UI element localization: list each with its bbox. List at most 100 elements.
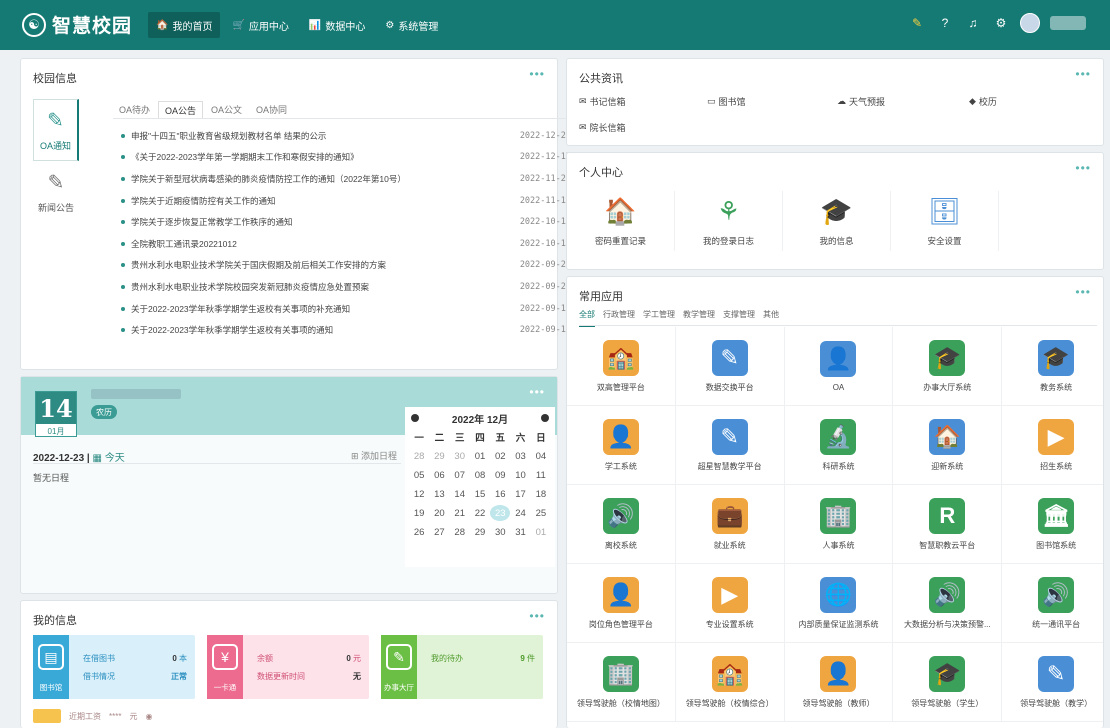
list-item[interactable]: 全院教职工通讯录20221012 2022-10-12 <box>121 233 571 255</box>
calendar-day[interactable]: 24 <box>510 505 530 521</box>
more-button[interactable]: ••• <box>1075 285 1091 299</box>
nav-data-center[interactable]: 📊 数据中心 <box>301 12 373 38</box>
app-tile[interactable]: ✎ 领导驾驶舱（教学） <box>1002 643 1103 722</box>
more-button[interactable]: ••• <box>529 609 545 623</box>
calendar-day[interactable]: 19 <box>409 505 429 521</box>
list-item[interactable]: 申报"十四五"职业教育省级规划教材名单 结果的公示 2022-12-27 <box>121 125 571 147</box>
nav-home[interactable]: 🏠 我的首页 <box>148 12 221 38</box>
public-item[interactable]: ✉ 院长信箱 <box>579 121 626 134</box>
app-tile[interactable]: 👤 领导驾驶舱（教师） <box>784 643 894 722</box>
more-button[interactable]: ••• <box>1075 161 1091 175</box>
calendar-day[interactable]: 17 <box>510 486 530 502</box>
calendar-day[interactable]: 01 <box>470 448 490 464</box>
list-item[interactable]: 学院关于近期疫情防控有关工作的通知 2022-11-10 <box>121 190 571 212</box>
more-button[interactable]: ••• <box>529 67 545 81</box>
calendar-day[interactable]: 16 <box>490 486 510 502</box>
app-tile[interactable]: ▶ 专业设置系统 <box>675 564 785 643</box>
app-tile[interactable]: 🌐 内部质量保证监测系统 <box>784 564 894 643</box>
calendar-day[interactable]: 29 <box>429 448 449 464</box>
calendar-day[interactable]: 13 <box>429 486 449 502</box>
app-tile[interactable]: 🏢 人事系统 <box>784 485 894 564</box>
calendar-day[interactable]: 12 <box>409 486 429 502</box>
tab-oa-notice[interactable]: OA公告 <box>158 101 204 119</box>
app-tile[interactable]: 🔊 统一通讯平台 <box>1002 564 1103 643</box>
next-month-icon[interactable] <box>541 414 549 422</box>
side-tab-oa[interactable]: ✎ OA通知 <box>33 99 79 161</box>
public-item[interactable]: ◆ 校历 <box>969 95 997 108</box>
app-tile[interactable]: 🔊 大数据分析与决策预警... <box>893 564 1003 643</box>
public-item[interactable]: ▭ 图书馆 <box>707 95 746 108</box>
bell-icon[interactable]: ♫ <box>964 14 982 32</box>
help-icon[interactable]: ? <box>936 14 954 32</box>
edit-note-icon[interactable]: ✎ <box>908 14 926 32</box>
calendar-day[interactable]: 25 <box>531 505 551 521</box>
app-tile[interactable]: 🎓 教务系统 <box>1002 327 1103 406</box>
app-tile[interactable]: 👤 OA <box>784 327 894 406</box>
logo[interactable]: ☯ 智慧校园 <box>22 11 132 38</box>
more-button[interactable]: ••• <box>529 385 545 399</box>
calendar-day[interactable]: 08 <box>470 467 490 483</box>
app-tile[interactable]: 🏠 迎新系统 <box>893 406 1003 485</box>
calendar-day[interactable]: 26 <box>409 524 429 540</box>
nav-app-center[interactable]: 🛒 应用中心 <box>224 12 296 38</box>
calendar-day[interactable]: 22 <box>470 505 490 521</box>
eye-icon[interactable]: ◉ <box>145 712 152 721</box>
calendar-day[interactable]: 28 <box>450 524 470 540</box>
list-item[interactable]: 学院关于逐步恢复正常教学工作秩序的通知 2022-10-15 <box>121 211 571 233</box>
calendar-day[interactable]: 11 <box>531 467 551 483</box>
app-tile[interactable]: 🔬 科研系统 <box>784 406 894 485</box>
list-item[interactable]: 关于2022-2023学年秋季学期学生返校有关事项的补充通知 2022-09-18 <box>121 298 571 320</box>
calendar-day[interactable]: 02 <box>490 448 510 464</box>
app-tile[interactable]: 🎓 领导驾驶舱（学生） <box>893 643 1003 722</box>
public-item[interactable]: ☁ 天气预报 <box>837 95 885 108</box>
calendar-day[interactable]: 30 <box>450 448 470 464</box>
app-tile[interactable]: 🏫 领导驾驶舱（校情综合） <box>675 643 785 722</box>
calendar-day[interactable]: 30 <box>490 524 510 540</box>
calendar-day[interactable]: 06 <box>429 467 449 483</box>
calendar-day[interactable]: 03 <box>510 448 530 464</box>
security-settings[interactable]: 🗄 安全设置 <box>891 191 999 251</box>
side-tab-news[interactable]: ✎ 新闻公告 <box>33 161 79 223</box>
login-log[interactable]: ⚘ 我的登录日志 <box>675 191 783 251</box>
my-info-link[interactable]: 🎓 我的信息 <box>783 191 891 251</box>
app-tile[interactable]: 👤 岗位角色管理平台 <box>567 564 676 643</box>
list-item[interactable]: 贵州水利水电职业技术学院关于国庆假期及前后相关工作安排的方案 2022-09-29 <box>121 255 571 277</box>
calendar-day[interactable]: 05 <box>409 467 429 483</box>
hall-box[interactable]: ✎ 办事大厅 我的待办 9 件 <box>381 635 543 699</box>
calendar-day[interactable]: 04 <box>531 448 551 464</box>
calendar-day[interactable]: 20 <box>429 505 449 521</box>
app-tile[interactable]: R 智慧职教云平台 <box>893 485 1003 564</box>
user-name-blurred[interactable] <box>1050 16 1086 30</box>
list-item[interactable]: 《关于2022-2023学年第一学期期末工作和寒假安排的通知》 2022-12-1… <box>121 147 571 169</box>
app-tile[interactable]: 🎓 办事大厅系统 <box>893 327 1003 406</box>
add-schedule-button[interactable]: ⊞ 添加日程 <box>351 449 397 462</box>
app-tile[interactable]: ✎ 超星智慧教学平台 <box>675 406 785 485</box>
nav-system[interactable]: ⚙ 系统管理 <box>377 12 446 38</box>
calendar-day[interactable]: 27 <box>429 524 449 540</box>
calendar-day[interactable]: 07 <box>450 467 470 483</box>
more-button[interactable]: ••• <box>1075 67 1091 81</box>
calendar-day[interactable]: 10 <box>510 467 530 483</box>
app-tile[interactable]: 💼 就业系统 <box>675 485 785 564</box>
public-item[interactable]: ✉ 书记信箱 <box>579 95 626 108</box>
calendar-day[interactable]: 29 <box>470 524 490 540</box>
app-tile[interactable]: 🏛 图书馆系统 <box>1002 485 1103 564</box>
calendar-day-selected[interactable]: 23 <box>490 505 511 521</box>
card-box[interactable]: ¥ 一卡通 余额 0 元 数据更新时间 无 <box>207 635 369 699</box>
app-tile[interactable]: ✎ 数据交换平台 <box>675 327 785 406</box>
settings-icon[interactable]: ⚙ <box>992 14 1010 32</box>
calendar-day[interactable]: 15 <box>470 486 490 502</box>
tab-oa-todo[interactable]: OA待办 <box>113 101 156 119</box>
list-item[interactable]: 贵州水利水电职业技术学院校园突发新冠肺炎疫情应急处置预案 2022-09-20 <box>121 276 571 298</box>
avatar[interactable] <box>1020 13 1040 33</box>
library-box[interactable]: ▤ 图书馆 在借图书 0 本 借书情况 正常 <box>33 635 195 699</box>
calendar-day[interactable]: 31 <box>510 524 530 540</box>
calendar-day[interactable]: 01 <box>531 524 551 540</box>
app-tile[interactable]: 🏫 双高管理平台 <box>567 327 676 406</box>
app-tile[interactable]: 👤 学工系统 <box>567 406 676 485</box>
calendar-day[interactable]: 14 <box>450 486 470 502</box>
prev-month-icon[interactable] <box>411 414 419 422</box>
calendar-day[interactable]: 28 <box>409 448 429 464</box>
list-item[interactable]: 学院关于新型冠状病毒感染的肺炎疫情防控工作的通知（2022年第10号） 2022-… <box>121 168 571 190</box>
calendar-day[interactable]: 21 <box>450 505 470 521</box>
